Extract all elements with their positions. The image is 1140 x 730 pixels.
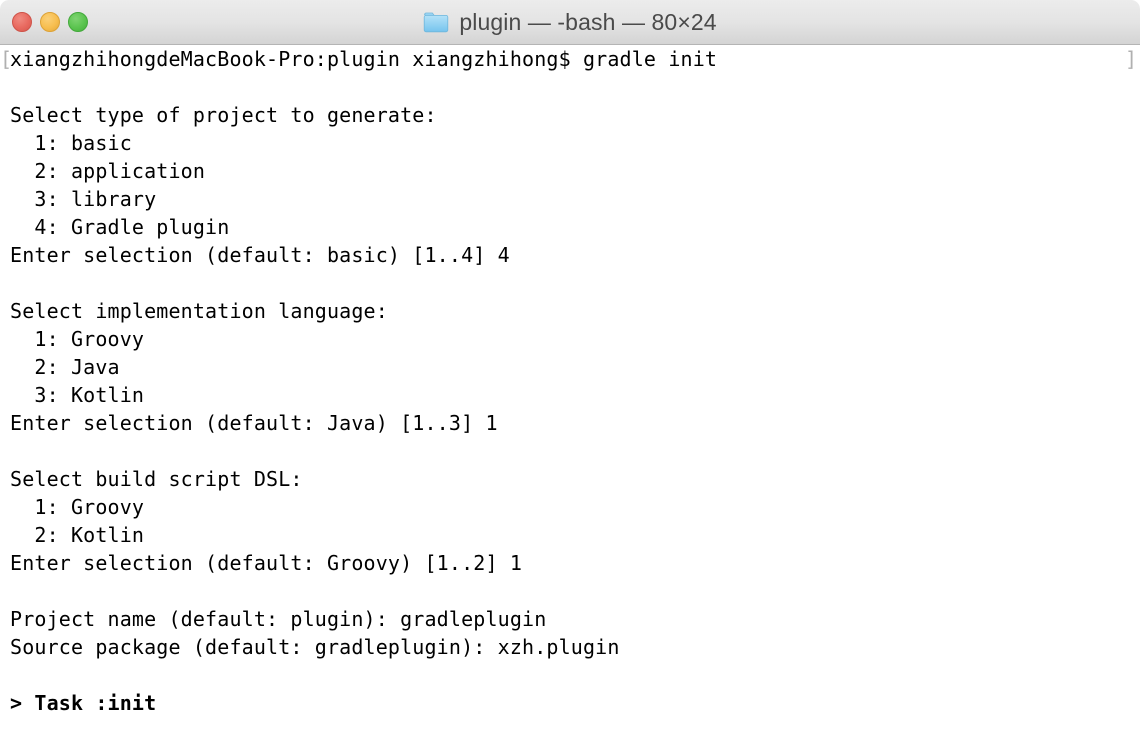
terminal-line: Project name (default: plugin): gradlepl…: [10, 607, 547, 631]
terminal-line: > Task :init: [10, 691, 157, 715]
folder-icon: [423, 12, 449, 33]
terminal-line: 4: Gradle plugin: [10, 215, 230, 239]
terminal-line: 1: Groovy: [10, 327, 145, 351]
window-title: plugin — -bash — 80×24: [459, 8, 717, 35]
terminal-line: xiangzhihongdeMacBook-Pro:plugin xiangzh…: [10, 47, 718, 71]
terminal-line: 1: Groovy: [10, 495, 145, 519]
terminal-line: Select implementation language:: [10, 299, 388, 323]
window-titlebar[interactable]: plugin — -bash — 80×24: [0, 0, 1140, 45]
terminal-line: Enter selection (default: Java) [1..3] 1: [10, 411, 498, 435]
maximize-button[interactable]: [68, 12, 88, 32]
terminal-line: 2: Java: [10, 355, 120, 379]
terminal-output-area[interactable]: xiangzhihongdeMacBook-Pro:plugin xiangzh…: [0, 45, 1140, 730]
line-wrap-marker-left: [: [0, 47, 13, 71]
terminal-line: 2: Kotlin: [10, 523, 145, 547]
line-wrap-marker-right: ]: [1124, 47, 1137, 71]
minimize-button[interactable]: [40, 12, 60, 32]
terminal-line: 2: application: [10, 159, 206, 183]
terminal-window: plugin — -bash — 80×24 xiangzhihongdeMac…: [0, 0, 1140, 730]
terminal-line: Select build script DSL:: [10, 467, 303, 491]
terminal-line: Select type of project to generate:: [10, 103, 437, 127]
window-title-group: plugin — -bash — 80×24: [0, 0, 1140, 44]
window-controls: [12, 0, 88, 44]
terminal-lines: xiangzhihongdeMacBook-Pro:plugin xiangzh…: [0, 45, 1140, 717]
close-button[interactable]: [12, 12, 32, 32]
terminal-line: 3: Kotlin: [10, 383, 145, 407]
terminal-line: 1: basic: [10, 131, 132, 155]
terminal-line: 3: library: [10, 187, 157, 211]
terminal-line: Source package (default: gradleplugin): …: [10, 635, 620, 659]
terminal-line: Enter selection (default: Groovy) [1..2]…: [10, 551, 523, 575]
terminal-line: Enter selection (default: basic) [1..4] …: [10, 243, 510, 267]
